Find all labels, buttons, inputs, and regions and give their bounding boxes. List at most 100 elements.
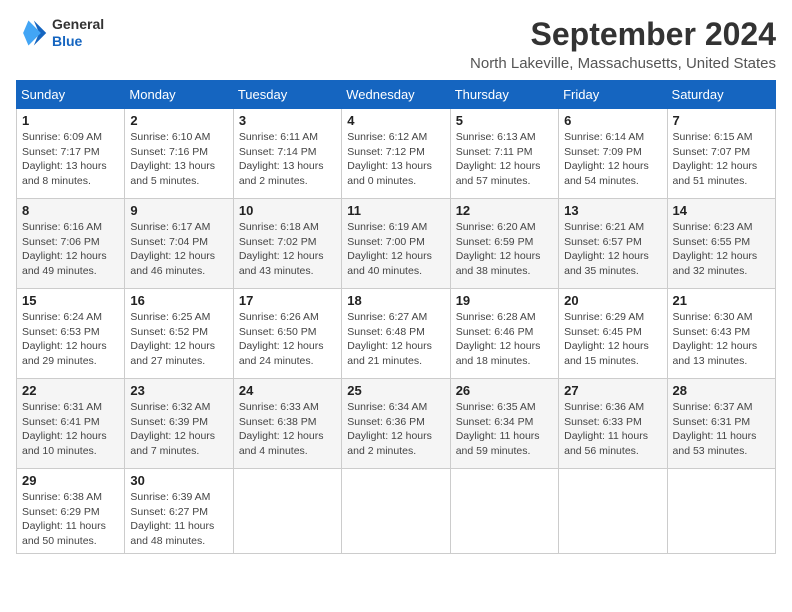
day-info: Sunrise: 6:25 AM Sunset: 6:52 PM Dayligh… [130,310,227,369]
table-row: 6Sunrise: 6:14 AM Sunset: 7:09 PM Daylig… [559,109,667,199]
day-info: Sunrise: 6:21 AM Sunset: 6:57 PM Dayligh… [564,220,661,279]
table-row [450,469,558,554]
day-number: 22 [22,383,119,398]
day-info: Sunrise: 6:37 AM Sunset: 6:31 PM Dayligh… [673,400,770,459]
table-row: 11 Sunrise: 6:19 AM Sunset: 7:00 PM Dayli… [342,199,450,289]
day-info: Sunrise: 6:18 AM Sunset: 7:02 PM Dayligh… [239,220,336,279]
day-info: Sunrise: 6:31 AM Sunset: 6:41 PM Dayligh… [22,400,119,459]
table-row: 14 Sunrise: 6:23 AM Sunset: 6:55 PM Dayli… [667,199,775,289]
day-info: Sunrise: 6:19 AM Sunset: 7:00 PM Dayligh… [347,220,444,279]
table-row: 17 Sunrise: 6:26 AM Sunset: 6:50 PM Dayli… [233,289,341,379]
day-number: 10 [239,203,336,218]
col-tuesday: Tuesday [233,81,341,109]
calendar-title: September 2024 [470,16,776,53]
table-row [667,469,775,554]
day-number: 8 [22,203,119,218]
col-sunday: Sunday [17,81,125,109]
day-info: Sunrise: 6:36 AM Sunset: 6:33 PM Dayligh… [564,400,661,459]
day-number: 15 [22,293,119,308]
table-row: 5Sunrise: 6:13 AM Sunset: 7:11 PM Daylig… [450,109,558,199]
day-info: Sunrise: 6:10 AM Sunset: 7:16 PM Dayligh… [130,130,227,189]
col-saturday: Saturday [667,81,775,109]
day-info: Sunrise: 6:38 AM Sunset: 6:29 PM Dayligh… [22,490,119,549]
table-row: 22 Sunrise: 6:31 AM Sunset: 6:41 PM Dayli… [17,379,125,469]
col-monday: Monday [125,81,233,109]
day-info: Sunrise: 6:26 AM Sunset: 6:50 PM Dayligh… [239,310,336,369]
day-info: Sunrise: 6:32 AM Sunset: 6:39 PM Dayligh… [130,400,227,459]
logo-line2: Blue [52,33,104,50]
day-number: 25 [347,383,444,398]
table-row [342,469,450,554]
table-row [559,469,667,554]
day-number: 20 [564,293,661,308]
table-row: 24 Sunrise: 6:33 AM Sunset: 6:38 PM Dayli… [233,379,341,469]
day-number: 29 [22,473,119,488]
table-row: 13 Sunrise: 6:21 AM Sunset: 6:57 PM Dayli… [559,199,667,289]
day-info: Sunrise: 6:30 AM Sunset: 6:43 PM Dayligh… [673,310,770,369]
calendar-table: Sunday Monday Tuesday Wednesday Thursday… [16,80,776,554]
day-info: Sunrise: 6:29 AM Sunset: 6:45 PM Dayligh… [564,310,661,369]
day-info: Sunrise: 6:15 AM Sunset: 7:07 PM Dayligh… [673,130,770,189]
logo-line1: General [52,16,104,33]
day-info: Sunrise: 6:34 AM Sunset: 6:36 PM Dayligh… [347,400,444,459]
logo-icon [16,17,48,49]
day-info: Sunrise: 6:11 AM Sunset: 7:14 PM Dayligh… [239,130,336,189]
table-row: 26 Sunrise: 6:35 AM Sunset: 6:34 PM Dayli… [450,379,558,469]
table-row: 28 Sunrise: 6:37 AM Sunset: 6:31 PM Dayli… [667,379,775,469]
header-row: Sunday Monday Tuesday Wednesday Thursday… [17,81,776,109]
day-info: Sunrise: 6:33 AM Sunset: 6:38 PM Dayligh… [239,400,336,459]
col-wednesday: Wednesday [342,81,450,109]
day-info: Sunrise: 6:16 AM Sunset: 7:06 PM Dayligh… [22,220,119,279]
day-number: 18 [347,293,444,308]
table-row: 12Sunrise: 6:20 AM Sunset: 6:59 PM Dayli… [450,199,558,289]
day-number: 30 [130,473,227,488]
day-number: 9 [130,203,227,218]
day-number: 17 [239,293,336,308]
table-row: 4 Sunrise: 6:12 AM Sunset: 7:12 PM Daylig… [342,109,450,199]
header: General Blue September 2024 North Lakevi… [16,16,776,72]
day-number: 14 [673,203,770,218]
calendar-subtitle: North Lakeville, Massachusetts, United S… [470,55,776,72]
col-thursday: Thursday [450,81,558,109]
table-row: 16 Sunrise: 6:25 AM Sunset: 6:52 PM Dayli… [125,289,233,379]
day-number: 12 [456,203,553,218]
table-row: 10 Sunrise: 6:18 AM Sunset: 7:02 PM Dayli… [233,199,341,289]
day-number: 19 [456,293,553,308]
title-section: September 2024 North Lakeville, Massachu… [470,16,776,72]
day-number: 28 [673,383,770,398]
col-friday: Friday [559,81,667,109]
day-number: 16 [130,293,227,308]
day-info: Sunrise: 6:09 AM Sunset: 7:17 PM Dayligh… [22,130,119,189]
day-number: 27 [564,383,661,398]
day-number: 26 [456,383,553,398]
table-row: 7 Sunrise: 6:15 AM Sunset: 7:07 PM Daylig… [667,109,775,199]
table-row [233,469,341,554]
table-row: 20 Sunrise: 6:29 AM Sunset: 6:45 PM Dayli… [559,289,667,379]
day-number: 2 [130,113,227,128]
day-number: 7 [673,113,770,128]
day-number: 21 [673,293,770,308]
table-row: 8 Sunrise: 6:16 AM Sunset: 7:06 PM Daylig… [17,199,125,289]
day-number: 3 [239,113,336,128]
day-info: Sunrise: 6:24 AM Sunset: 6:53 PM Dayligh… [22,310,119,369]
day-number: 24 [239,383,336,398]
day-info: Sunrise: 6:35 AM Sunset: 6:34 PM Dayligh… [456,400,553,459]
day-number: 5 [456,113,553,128]
day-info: Sunrise: 6:12 AM Sunset: 7:12 PM Dayligh… [347,130,444,189]
table-row: 2 Sunrise: 6:10 AM Sunset: 7:16 PM Daylig… [125,109,233,199]
table-row: 25 Sunrise: 6:34 AM Sunset: 6:36 PM Dayli… [342,379,450,469]
table-row: 29 Sunrise: 6:38 AM Sunset: 6:29 PM Dayli… [17,469,125,554]
logo-text: General Blue [52,16,104,50]
table-row: 21 Sunrise: 6:30 AM Sunset: 6:43 PM Dayli… [667,289,775,379]
table-row: 9Sunrise: 6:17 AM Sunset: 7:04 PM Daylig… [125,199,233,289]
day-number: 4 [347,113,444,128]
day-info: Sunrise: 6:27 AM Sunset: 6:48 PM Dayligh… [347,310,444,369]
table-row: 3 Sunrise: 6:11 AM Sunset: 7:14 PM Daylig… [233,109,341,199]
table-row: 1 Sunrise: 6:09 AM Sunset: 7:17 PM Daylig… [17,109,125,199]
day-number: 11 [347,203,444,218]
day-number: 6 [564,113,661,128]
day-number: 1 [22,113,119,128]
day-number: 13 [564,203,661,218]
day-info: Sunrise: 6:39 AM Sunset: 6:27 PM Dayligh… [130,490,227,549]
day-info: Sunrise: 6:23 AM Sunset: 6:55 PM Dayligh… [673,220,770,279]
